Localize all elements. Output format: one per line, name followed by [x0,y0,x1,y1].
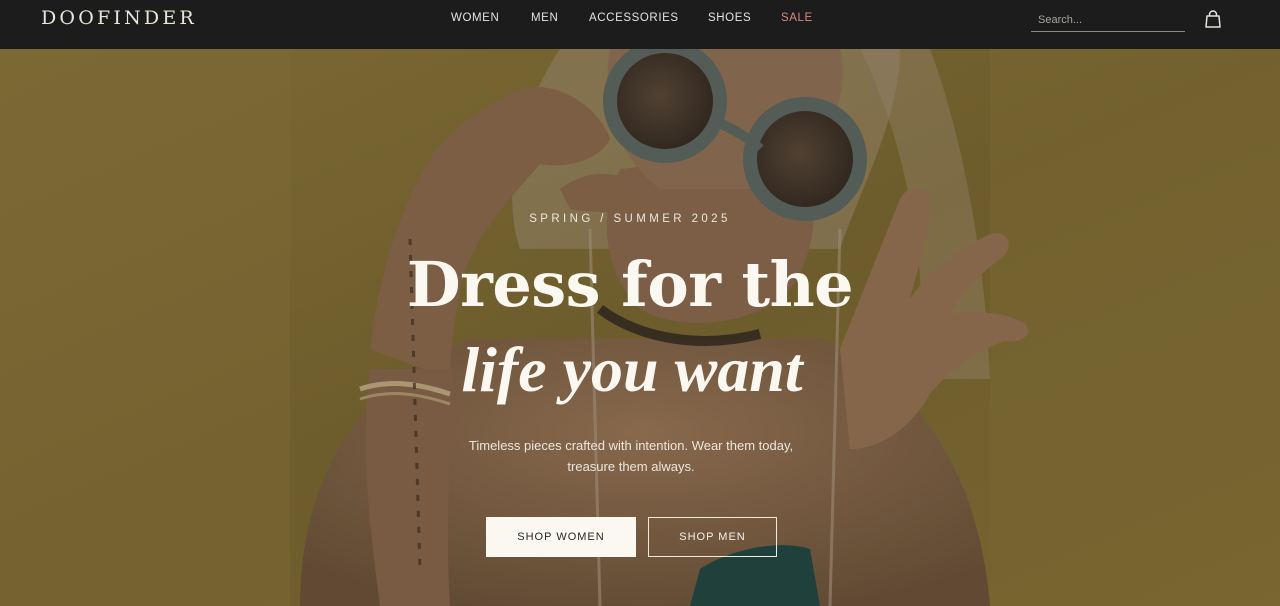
search-box [1031,10,1185,32]
hero-subtitle-line1: Timeless pieces crafted with intention. … [468,438,794,453]
nav-item-shoes[interactable]: SHOES [708,12,751,24]
hero-headline-line2: life you want [461,334,803,405]
nav-item-men[interactable]: MEN [531,12,558,24]
shopping-bag-icon[interactable] [1205,10,1221,28]
brand-logo[interactable]: DOOFINDER [41,7,197,29]
top-navbar: DOOFINDER WOMEN MEN ACCESSORIES SHOES SA… [0,0,1280,49]
nav-item-women[interactable]: WOMEN [451,12,499,24]
search-input[interactable] [1031,10,1185,30]
shop-women-button[interactable]: SHOP WOMEN [486,517,636,557]
hero-subtitle: Timeless pieces crafted with intention. … [0,435,1262,477]
hero-overlay [0,49,1280,606]
nav-item-sale[interactable]: SALE [781,12,813,24]
nav-item-accessories[interactable]: ACCESSORIES [589,12,679,24]
hero-subtitle-line2: treasure them always. [567,459,695,474]
hero-headline-line1: Dress for the [406,248,854,321]
shop-men-button[interactable]: SHOP MEN [648,517,777,557]
hero-eyebrow: SPRING / SUMMER 2025 [529,213,731,225]
hero-banner: SPRING / SUMMER 2025 Dress for the life … [0,49,1280,606]
